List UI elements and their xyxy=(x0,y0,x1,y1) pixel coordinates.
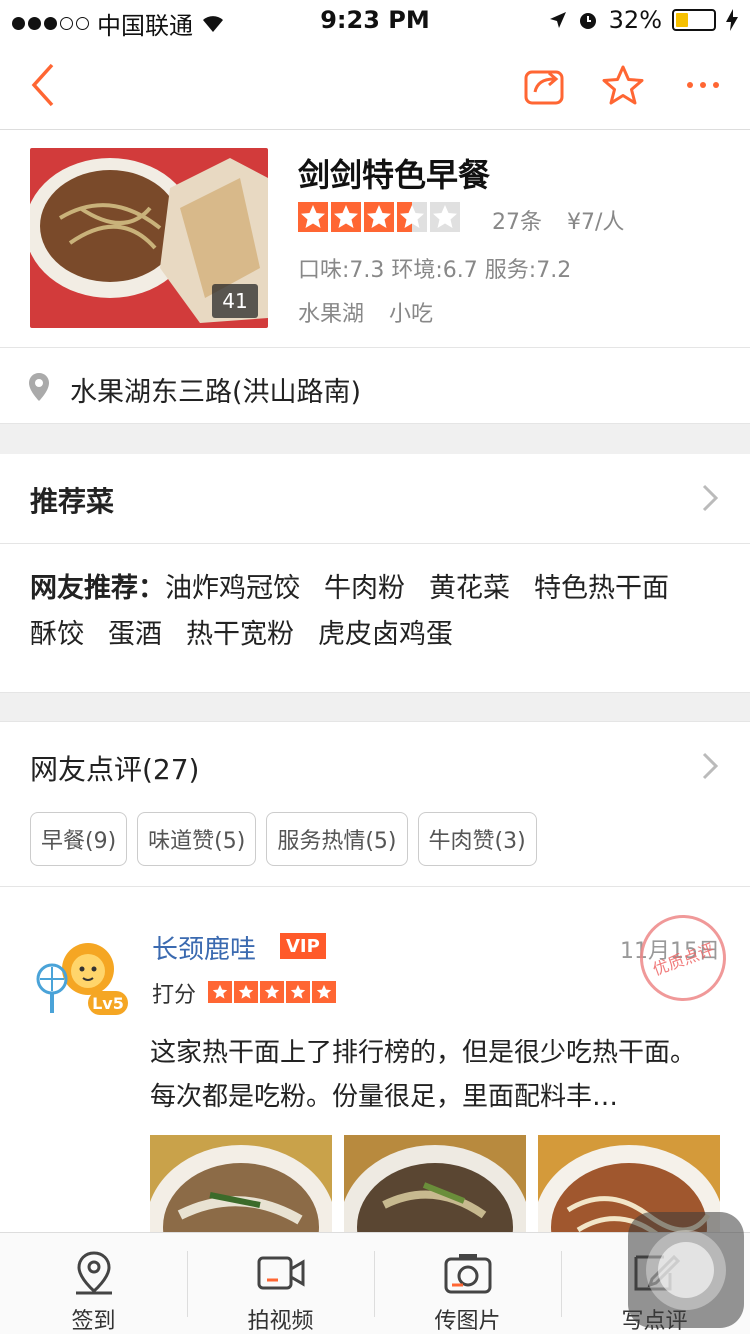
more-icon xyxy=(687,82,719,88)
review-star xyxy=(286,981,310,1003)
rating-star xyxy=(397,202,427,232)
chevron-right-icon xyxy=(702,484,718,512)
rating-star xyxy=(331,202,361,232)
review-chip[interactable]: 牛肉赞(3) xyxy=(417,812,537,866)
vip-badge: VIP xyxy=(280,933,326,959)
shop-photo[interactable]: 41 xyxy=(30,148,268,328)
tab-upload-photo[interactable]: 传图片 xyxy=(374,1233,561,1334)
reviews-title: 网友点评(27) xyxy=(30,753,200,786)
review-chip[interactable]: 早餐(9) xyxy=(30,812,128,866)
dish-item[interactable]: 油炸鸡冠饺 xyxy=(165,573,300,604)
favorite-button[interactable] xyxy=(596,58,650,112)
review-count: 27条 xyxy=(492,210,542,235)
price-per-person: ¥7/人 xyxy=(567,210,625,235)
section-divider xyxy=(0,424,750,454)
review-photos xyxy=(150,1135,720,1232)
review-chip[interactable]: 味道赞(5) xyxy=(137,812,257,866)
charging-icon xyxy=(726,9,738,31)
battery-icon xyxy=(672,9,716,31)
review-star xyxy=(234,981,258,1003)
share-icon xyxy=(524,70,564,105)
level-badge: Lv5 xyxy=(88,991,128,1015)
recommended-title: 推荐菜 xyxy=(30,485,115,518)
tab-record-video[interactable]: 拍视频 xyxy=(187,1233,374,1334)
tab-label: 签到 xyxy=(71,1309,116,1334)
assistive-touch-button[interactable] xyxy=(628,1212,744,1328)
review-star xyxy=(260,981,284,1003)
address-row[interactable]: 水果湖东三路(洪山路南) xyxy=(0,348,750,424)
review-chip[interactable]: 服务热情(5) xyxy=(266,812,408,866)
nav-bar xyxy=(0,40,750,130)
battery-percent: 32% xyxy=(608,6,662,34)
dish-item[interactable]: 虎皮卤鸡蛋 xyxy=(318,619,453,650)
recommended-dishes: 网友推荐：油炸鸡冠饺 牛肉粉 黄花菜 特色热干面 酥饺 蛋酒 热干宽粉 虎皮卤鸡蛋 xyxy=(30,566,730,658)
status-bar: 中国联通 9:23 PM 32% xyxy=(0,0,750,40)
review-item[interactable]: Lv5 长颈鹿哇 VIP 11月15日 优质点评 打分 这家热干面上了排行榜的，… xyxy=(0,886,750,1232)
photo-count: 41 xyxy=(212,284,258,318)
dish-item[interactable]: 蛋酒 xyxy=(108,619,162,650)
rating-star xyxy=(364,202,394,232)
location-pin-icon xyxy=(29,373,49,401)
dish-item[interactable]: 特色热干面 xyxy=(534,573,669,604)
shop-header: 41 剑剑特色早餐 27条 ¥7/人 口味:7.3 环境:6.7 服务:7.2 … xyxy=(0,130,750,348)
photo-icon xyxy=(444,1254,491,1294)
dish-item[interactable]: 热干宽粉 xyxy=(186,619,294,650)
chevron-left-icon xyxy=(31,63,54,107)
review-text: 这家热干面上了排行榜的，但是很少吃热干面。每次都是吃粉。份量很足，里面配料丰… xyxy=(150,1038,697,1112)
location-pin-icon xyxy=(75,1251,112,1295)
tag-category[interactable]: 小吃 xyxy=(389,302,433,327)
share-button[interactable] xyxy=(518,58,572,112)
review-photo[interactable] xyxy=(344,1135,526,1232)
recommend-label: 网友推荐： xyxy=(30,573,165,604)
star-outline-icon xyxy=(602,65,644,105)
quality-review-stamp: 优质点评 xyxy=(627,902,739,1014)
reviews-header[interactable]: 网友点评(27) xyxy=(0,722,750,812)
section-divider xyxy=(0,692,750,722)
rating-star xyxy=(430,202,460,232)
review-star xyxy=(312,981,336,1003)
recommended-header[interactable]: 推荐菜 xyxy=(0,454,750,544)
more-button[interactable] xyxy=(676,58,730,112)
review-tag-chips: 早餐(9) 味道赞(5) 服务热情(5) 牛肉赞(3) xyxy=(30,812,537,866)
review-photo[interactable] xyxy=(150,1135,332,1232)
dish-item[interactable]: 黄花菜 xyxy=(429,573,510,604)
tab-label: 传图片 xyxy=(434,1309,501,1334)
dish-item[interactable]: 牛肉粉 xyxy=(324,573,405,604)
alarm-icon xyxy=(579,13,596,29)
avatar[interactable]: Lv5 xyxy=(32,927,128,1023)
rating-stars xyxy=(298,202,460,232)
video-camera-icon xyxy=(257,1256,304,1290)
rating-star xyxy=(298,202,328,232)
sub-scores: 口味:7.3 环境:6.7 服务:7.2 xyxy=(298,258,572,283)
chevron-right-icon xyxy=(702,752,718,780)
review-username[interactable]: 长颈鹿哇 xyxy=(152,929,256,966)
shop-tags: 水果湖 小吃 xyxy=(298,296,451,328)
tab-check-in[interactable]: 签到 xyxy=(0,1233,187,1334)
tab-label: 拍视频 xyxy=(247,1309,314,1334)
review-stars xyxy=(208,981,336,1003)
rating-meta: 27条 ¥7/人 xyxy=(492,204,624,236)
location-arrow-icon xyxy=(549,12,566,28)
review-star xyxy=(208,981,232,1003)
tag-area[interactable]: 水果湖 xyxy=(298,302,364,327)
back-button[interactable] xyxy=(16,58,70,112)
dish-item[interactable]: 酥饺 xyxy=(30,619,84,650)
score-label: 打分 xyxy=(152,983,197,1008)
address-text: 水果湖东三路(洪山路南) xyxy=(70,377,362,408)
shop-name: 剑剑特色早餐 xyxy=(298,156,491,194)
